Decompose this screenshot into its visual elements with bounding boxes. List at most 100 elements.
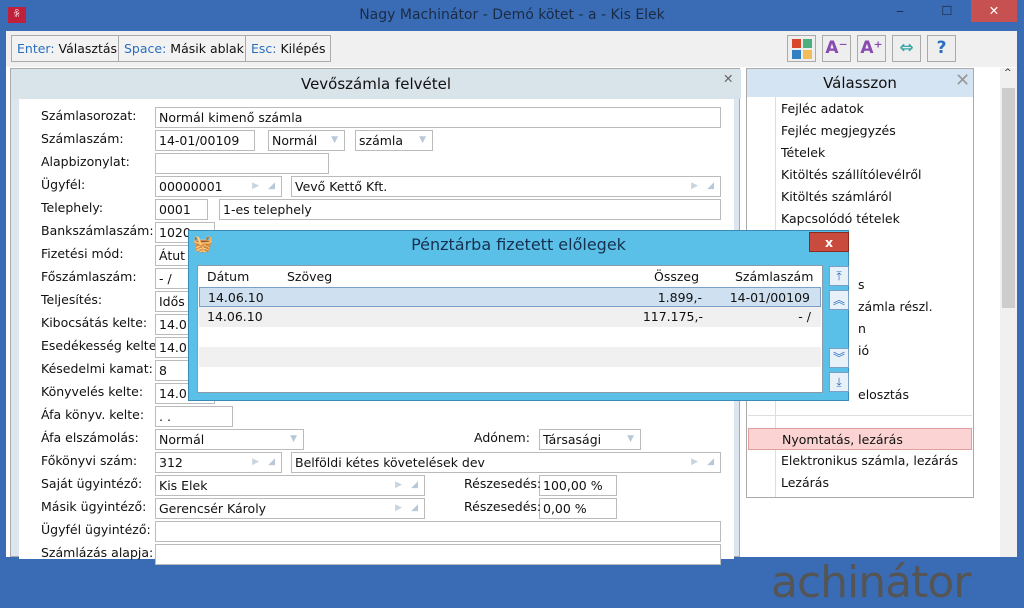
menu-item[interactable]: Nyomtatás, lezárás bbox=[748, 428, 972, 450]
menu-item[interactable]: Elektronikus számla, lezárás bbox=[748, 450, 972, 472]
chevron-down-icon[interactable]: ▼ bbox=[627, 430, 634, 449]
cell-osszeg: 117.175,- bbox=[642, 309, 703, 324]
szamlaszam-field[interactable]: 14-01/00109 bbox=[155, 130, 255, 151]
last-record-icon[interactable]: ⤓ bbox=[829, 372, 849, 392]
field-value: - / bbox=[159, 271, 172, 286]
afa-elszamolas-field[interactable]: Normál ▼ bbox=[155, 429, 304, 450]
sajat-field[interactable]: Kis Elek ▶ ◢ bbox=[155, 475, 425, 496]
exit-button[interactable]: Esc: Kilépés bbox=[245, 35, 332, 62]
field-value: Normál bbox=[159, 432, 205, 447]
menu-item[interactable]: Lezárás bbox=[748, 472, 972, 494]
minimize-button[interactable]: ‒ bbox=[877, 0, 923, 22]
page-up-icon[interactable]: ︽ bbox=[829, 290, 849, 310]
masik-field[interactable]: Gerencsér Károly ▶ ◢ bbox=[155, 498, 425, 519]
shortcut-key: Esc: bbox=[251, 41, 277, 56]
field-label: Számlasorozat: bbox=[41, 108, 137, 123]
scroll-up-icon[interactable]: ^ bbox=[1004, 68, 1012, 78]
chevron-down-icon[interactable]: ▼ bbox=[419, 131, 426, 150]
ugyfel-kod-field[interactable]: 00000001 ▶ ◢ bbox=[155, 176, 282, 197]
szamlasorozat-field[interactable]: Normál kimenő számla bbox=[155, 107, 721, 128]
field-value: Átut bbox=[159, 248, 186, 263]
toolbar: Enter: Választás Space: Másik ablak Esc:… bbox=[6, 31, 1017, 67]
scrollbar-thumb[interactable] bbox=[1002, 88, 1015, 308]
field-label: Főszámlaszám: bbox=[41, 269, 137, 284]
field-label: Késedelmi kamat: bbox=[41, 361, 153, 376]
menu-item[interactable]: Fejléc adatok bbox=[748, 98, 972, 120]
field-value: Idős bbox=[159, 294, 185, 309]
col-amount[interactable]: Összeg bbox=[654, 267, 699, 287]
field-label: Számlaszám: bbox=[41, 131, 124, 146]
font-increase-icon[interactable]: A⁺ bbox=[857, 35, 886, 62]
title-bar: ꆜ Nagy Machinátor - Demó kötet - a - Kis… bbox=[0, 0, 1024, 31]
chevron-down-icon[interactable]: ▼ bbox=[331, 131, 338, 150]
telephely-nev-field[interactable]: 1-es telephely bbox=[219, 199, 721, 220]
close-icon[interactable]: ✕ bbox=[955, 71, 973, 91]
scrollbar[interactable]: ^ bbox=[1000, 68, 1017, 557]
field-label: Áfa elszámolás: bbox=[41, 430, 139, 445]
lookup-icon[interactable]: ▶ bbox=[395, 476, 402, 495]
lookup-icon[interactable]: ▶ bbox=[252, 177, 259, 196]
field-value: Gerencsér Károly bbox=[159, 501, 267, 516]
resize-icon[interactable]: ⇔ bbox=[892, 35, 921, 62]
field-label: Ügyfél ügyintéző: bbox=[41, 522, 151, 537]
menu-item[interactable]: Kitöltés számláról bbox=[748, 186, 972, 208]
close-window-button[interactable]: ✕ bbox=[971, 0, 1017, 22]
payments-table: Dátum Szöveg Összeg Számlaszám 14.06.10 1… bbox=[197, 265, 823, 393]
field-value: 14.0 bbox=[159, 386, 187, 401]
col-date[interactable]: Dátum bbox=[207, 267, 249, 287]
menu-item[interactable]: Kapcsolódó tételek bbox=[748, 208, 972, 230]
select-button[interactable]: Enter: Választás bbox=[11, 35, 124, 62]
lookup-icon[interactable]: ▶ bbox=[252, 453, 259, 472]
fajta-field[interactable]: számla ▼ bbox=[355, 130, 433, 151]
afa-konyv-field[interactable]: . . bbox=[155, 406, 233, 427]
menu-item[interactable]: Fejléc megjegyzés bbox=[748, 120, 972, 142]
tiles-icon[interactable] bbox=[787, 35, 816, 62]
chevron-down-icon[interactable]: ▼ bbox=[290, 430, 297, 449]
maximize-button[interactable]: ☐ bbox=[924, 0, 970, 22]
fokonyv-kod-field[interactable]: 312 ▶ ◢ bbox=[155, 452, 282, 473]
field-label: Alapbizonylat: bbox=[41, 154, 130, 169]
tipus-field[interactable]: Normál ▼ bbox=[268, 130, 345, 151]
lookup-icon[interactable]: ▶ bbox=[691, 453, 698, 472]
fokonyv-nev-field[interactable]: Belföldi kétes követelések dev ▶ ◢ bbox=[291, 452, 721, 473]
lookup-icon[interactable]: ▶ bbox=[395, 499, 402, 518]
menu-item[interactable]: Tételek bbox=[748, 142, 972, 164]
button-label: Választás bbox=[58, 41, 118, 56]
first-record-icon[interactable]: ⤒ bbox=[829, 266, 849, 286]
menu-item[interactable]: Kitöltés szállítólevélről bbox=[748, 164, 972, 186]
col-invoice[interactable]: Számlaszám bbox=[735, 267, 813, 287]
cell-szamla: 14-01/00109 bbox=[729, 290, 810, 305]
share-label: Részesedés: bbox=[464, 476, 542, 491]
help-icon[interactable]: ? bbox=[927, 35, 956, 62]
other-window-button[interactable]: Space: Másik ablak bbox=[118, 35, 250, 62]
field-label: Könyvelés kelte: bbox=[41, 384, 144, 399]
col-text[interactable]: Szöveg bbox=[287, 267, 332, 287]
field-value: Társasági bbox=[543, 432, 602, 447]
sajat-resz-field[interactable]: 100,00 % bbox=[539, 475, 617, 496]
font-decrease-icon[interactable]: A⁻ bbox=[822, 35, 851, 62]
field-value: 1-es telephely bbox=[223, 202, 312, 217]
page-down-icon[interactable]: ︾ bbox=[829, 348, 849, 368]
ugyfel-ugyintezo-field[interactable] bbox=[155, 521, 721, 542]
lookup-icon[interactable]: ▶ bbox=[691, 177, 698, 196]
field-label: Esedékesség kelte: bbox=[41, 338, 161, 353]
divider bbox=[748, 415, 972, 416]
close-icon[interactable]: ✕ bbox=[723, 71, 733, 86]
alapbizonylat-field[interactable] bbox=[155, 153, 329, 174]
szamlazas-alapja-field[interactable] bbox=[155, 544, 721, 565]
telephely-kod-field[interactable]: 0001 bbox=[155, 199, 208, 220]
corner-icon: ◢ bbox=[268, 181, 275, 191]
ugyfel-nev-field[interactable]: Vevő Kettő Kft. ▶ ◢ bbox=[291, 176, 721, 197]
field-value: 312 bbox=[159, 455, 183, 470]
table-row[interactable]: 14.06.10 117.175,- - / bbox=[199, 307, 821, 327]
adonem-field[interactable]: Társasági ▼ bbox=[539, 429, 641, 450]
table-header: Dátum Szöveg Összeg Számlaszám bbox=[199, 267, 821, 287]
dialog-close-button[interactable]: x bbox=[809, 232, 849, 252]
field-value: . . bbox=[159, 409, 171, 424]
field-value: 00000001 bbox=[159, 179, 223, 194]
masik-resz-field[interactable]: 0,00 % bbox=[539, 498, 617, 519]
table-row[interactable]: 14.06.10 1.899,- 14-01/00109 bbox=[199, 287, 821, 307]
field-value: 0001 bbox=[159, 202, 191, 217]
button-label: Kilépés bbox=[280, 41, 326, 56]
field-label: Saját ügyintéző: bbox=[41, 476, 143, 491]
